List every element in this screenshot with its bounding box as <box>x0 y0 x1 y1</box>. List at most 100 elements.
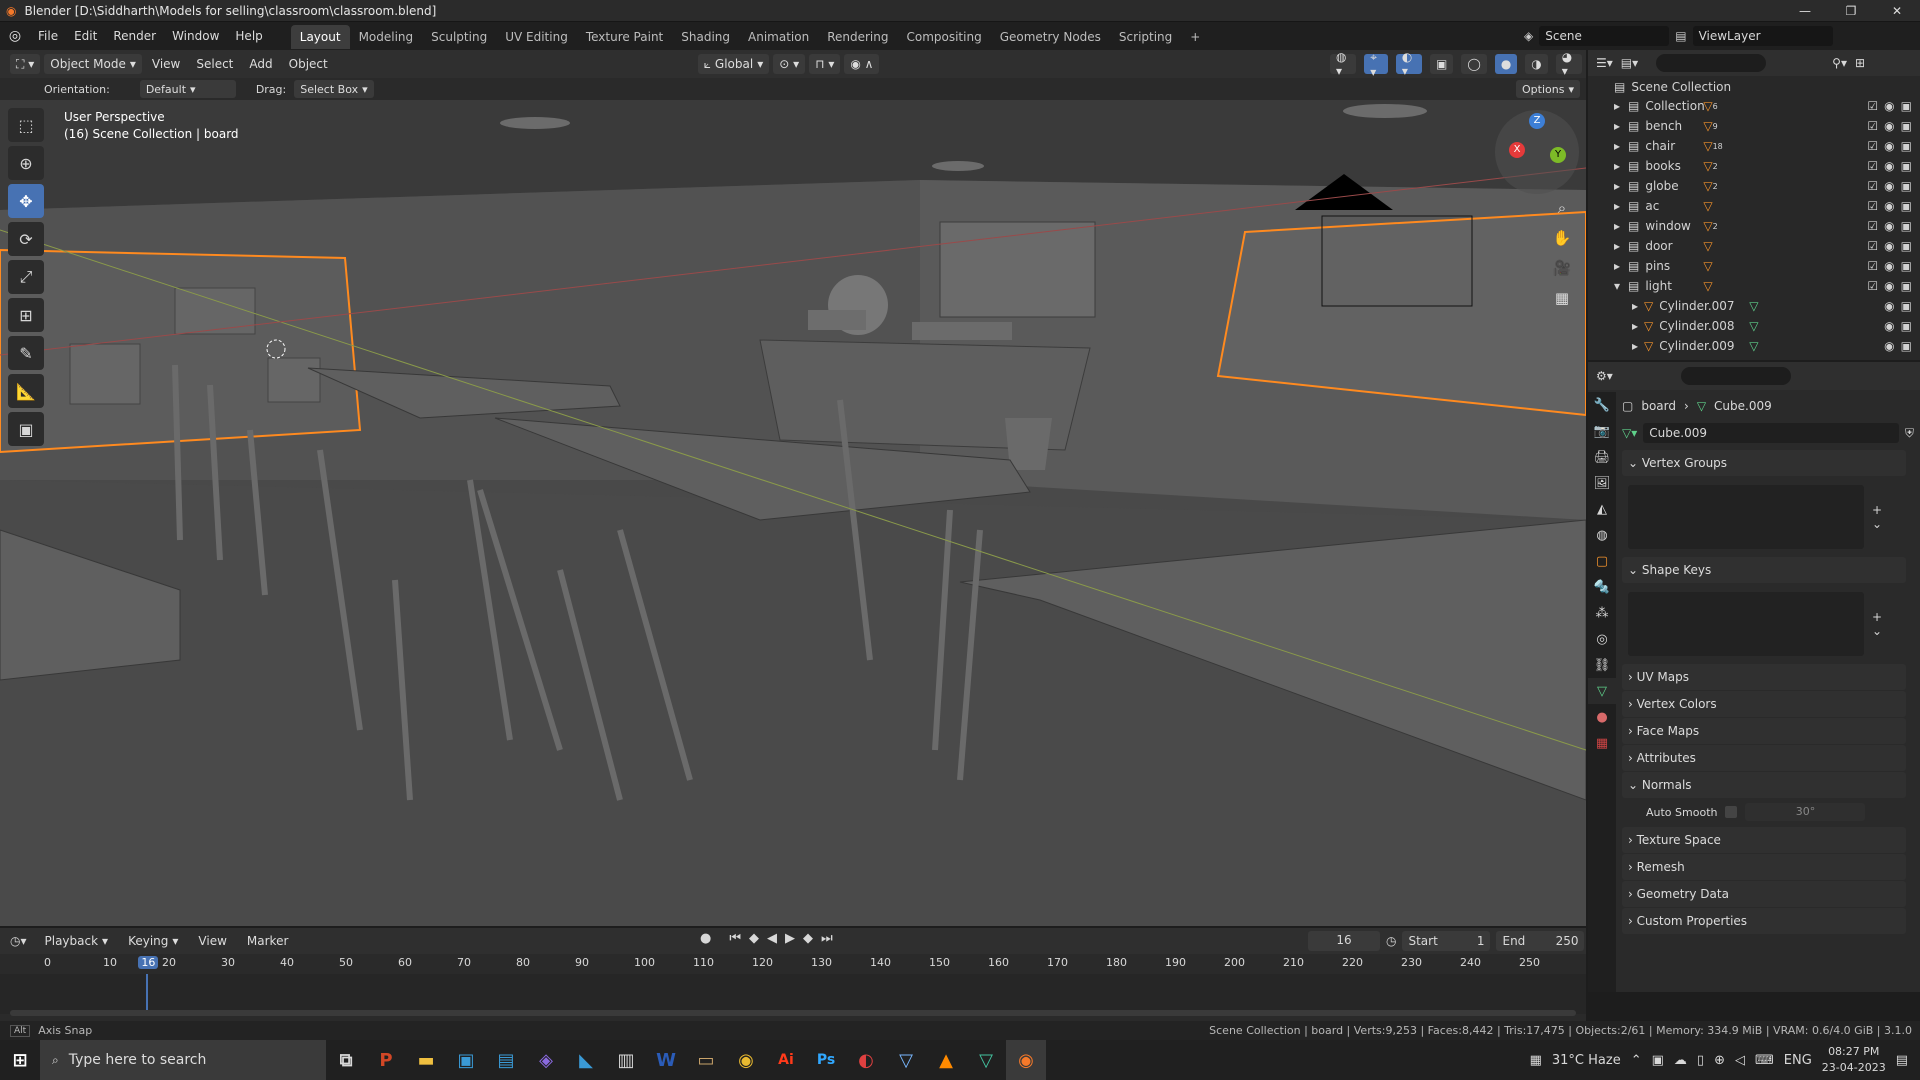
3d-viewport[interactable]: User Perspective (16) Scene Collection |… <box>0 100 1586 926</box>
menu-object[interactable]: Object <box>283 54 334 74</box>
eye-icon[interactable]: ◉ <box>1884 99 1894 113</box>
app-icon[interactable]: ▥ <box>606 1040 646 1080</box>
render-camera-icon[interactable]: ▣ <box>1901 279 1912 293</box>
exclude-checkbox-icon[interactable]: ☑ <box>1867 139 1878 153</box>
outliner-child-Cylinder.007[interactable]: ▸ ▽ Cylinder.007 ▽ ◉ ▣ <box>1588 296 1920 316</box>
tab-scripting[interactable]: Scripting <box>1110 25 1181 49</box>
eye-icon[interactable]: ◉ <box>1884 319 1894 333</box>
chevron-right-icon[interactable]: ▸ <box>1614 159 1628 173</box>
eye-icon[interactable]: ◉ <box>1884 219 1894 233</box>
camera-view-icon[interactable]: 🎥 <box>1548 255 1576 281</box>
menu-timeline-view[interactable]: View <box>192 931 232 951</box>
orientation-dropdown[interactable]: Default ▾ <box>139 80 236 98</box>
outliner-editor-icon[interactable]: ☰▾ <box>1596 56 1613 70</box>
exclude-checkbox-icon[interactable]: ☑ <box>1867 279 1878 293</box>
shape-keys-list[interactable] <box>1628 592 1864 656</box>
timeline-track-area[interactable] <box>0 974 1586 1014</box>
render-camera-icon[interactable]: ▣ <box>1901 199 1912 213</box>
overlay-toggle-icon[interactable]: ◐ ▾ <box>1395 50 1423 78</box>
next-keyframe-icon[interactable]: ◆ <box>803 931 813 946</box>
render-camera-icon[interactable]: ▣ <box>1901 139 1912 153</box>
weather-icon[interactable]: ▦ <box>1530 1053 1542 1068</box>
exclude-checkbox-icon[interactable]: ☑ <box>1867 179 1878 193</box>
app-icon[interactable]: ▭ <box>686 1040 726 1080</box>
chevron-right-icon[interactable]: ▸ <box>1614 199 1628 213</box>
menu-marker[interactable]: Marker <box>241 931 294 951</box>
scene-tab-icon[interactable]: ◭ <box>1588 496 1616 522</box>
menu-playback[interactable]: Playback ▾ <box>39 931 115 951</box>
object-tab-icon[interactable]: ▢ <box>1588 548 1616 574</box>
xray-icon[interactable]: ▣ <box>1430 54 1454 74</box>
store-icon[interactable]: ▤ <box>486 1040 526 1080</box>
network-icon[interactable]: ⊕ <box>1714 1053 1725 1068</box>
render-camera-icon[interactable]: ▣ <box>1901 339 1912 353</box>
chevron-right-icon[interactable]: ▸ <box>1614 219 1628 233</box>
mesh-name-field[interactable]: Cube.009 <box>1643 423 1899 443</box>
chevron-right-icon[interactable]: ▸ <box>1614 239 1628 253</box>
navigation-gizmo[interactable]: X Y Z <box>1495 110 1579 194</box>
output-tab-icon[interactable]: 🖨 <box>1588 444 1616 470</box>
constraints-tab-icon[interactable]: ⛓ <box>1588 652 1616 678</box>
outliner-root[interactable]: ▤ Scene Collection <box>1588 76 1920 96</box>
outliner-item-window[interactable]: ▸ ▤ window ▽ 2 ☑ ◉ ▣ <box>1588 216 1920 236</box>
visibility-icon[interactable]: ◍ ▾ <box>1330 50 1357 78</box>
measure-icon[interactable]: 📐 <box>8 374 44 408</box>
outliner-item-chair[interactable]: ▸ ▤ chair ▽ 18 ☑ ◉ ▣ <box>1588 136 1920 156</box>
texture-tab-icon[interactable]: ▦ <box>1588 730 1616 756</box>
task-view-icon[interactable]: ⧉ <box>326 1040 366 1080</box>
outliner-item-light[interactable]: ▾ ▤ light ▽ ☑ ◉ ▣ <box>1588 276 1920 296</box>
tool-tab-icon[interactable]: 🔧 <box>1588 392 1616 418</box>
panel-shape-keys[interactable]: ⌄ Shape Keys <box>1622 557 1906 583</box>
exclude-checkbox-icon[interactable]: ☑ <box>1867 199 1878 213</box>
outliner-search-input[interactable] <box>1656 54 1767 72</box>
app-icon[interactable]: ◈ <box>526 1040 566 1080</box>
eye-icon[interactable]: ◉ <box>1884 179 1894 193</box>
chevron-right-icon[interactable]: ▸ <box>1614 139 1628 153</box>
panel-custom-properties[interactable]: › Custom Properties <box>1622 908 1906 934</box>
illustrator-icon[interactable]: Ai <box>766 1040 806 1080</box>
menu-edit[interactable]: Edit <box>66 22 105 50</box>
properties-search-input[interactable] <box>1680 367 1791 385</box>
board-left-selected[interactable] <box>0 248 362 454</box>
vertex-group-menu-icon[interactable]: ⌄ <box>1872 517 1882 531</box>
move-icon[interactable]: ✥ <box>8 184 44 218</box>
select-box-icon[interactable]: ⬚ <box>8 108 44 142</box>
x-axis-icon[interactable]: X <box>1509 142 1525 158</box>
eye-icon[interactable]: ◉ <box>1884 339 1894 353</box>
z-axis-icon[interactable]: Z <box>1529 113 1545 129</box>
prev-keyframe-icon[interactable]: ◆ <box>749 931 759 946</box>
render-camera-icon[interactable]: ▣ <box>1901 319 1912 333</box>
jump-end-icon[interactable]: ⏭ <box>821 931 833 946</box>
file-explorer-icon[interactable]: ▬ <box>406 1040 446 1080</box>
outliner-item-Collection[interactable]: ▸ ▤ Collection ▽ 6 ☑ ◉ ▣ <box>1588 96 1920 116</box>
panel-vertex-groups[interactable]: ⌄ Vertex Groups <box>1622 450 1906 476</box>
tab-modeling[interactable]: Modeling <box>350 25 423 49</box>
blender-menu-icon[interactable]: ◎ <box>0 28 30 44</box>
menu-window[interactable]: Window <box>164 22 227 50</box>
exclude-checkbox-icon[interactable]: ☑ <box>1867 219 1878 233</box>
physics-tab-icon[interactable]: ◎ <box>1588 626 1616 652</box>
add-cube-icon[interactable]: ▣ <box>8 412 44 446</box>
material-shading-icon[interactable]: ◑ <box>1525 54 1548 74</box>
tab-texture-paint[interactable]: Texture Paint <box>577 25 672 49</box>
blender-taskbar-icon[interactable]: ◉ <box>1006 1040 1046 1080</box>
outliner-item-books[interactable]: ▸ ▤ books ▽ 2 ☑ ◉ ▣ <box>1588 156 1920 176</box>
eye-icon[interactable]: ◉ <box>1884 199 1894 213</box>
scene-selector[interactable]: Scene <box>1539 26 1670 46</box>
language-indicator[interactable]: ENG <box>1784 1053 1812 1068</box>
exclude-checkbox-icon[interactable]: ☑ <box>1867 259 1878 273</box>
drag-dropdown[interactable]: Select Box ▾ <box>294 80 374 98</box>
render-camera-icon[interactable]: ▣ <box>1901 299 1912 313</box>
add-vertex-group-icon[interactable]: + <box>1872 503 1882 517</box>
notification-icon[interactable]: ▤ <box>1896 1053 1908 1068</box>
timeline-ruler[interactable]: 0 10 16 20 30 40 50 60 70 80 90 100 110 120 130 140 150 1… <box>0 954 1586 974</box>
auto-smooth-angle[interactable]: 30° <box>1745 803 1866 821</box>
exclude-checkbox-icon[interactable]: ☑ <box>1867 159 1878 173</box>
transform-icon[interactable]: ⊞ <box>8 298 44 332</box>
photoshop-icon[interactable]: Ps <box>806 1040 846 1080</box>
eye-icon[interactable]: ◉ <box>1884 119 1894 133</box>
panel-geometry-data[interactable]: › Geometry Data <box>1622 881 1906 907</box>
outliner-item-door[interactable]: ▸ ▤ door ▽ ☑ ◉ ▣ <box>1588 236 1920 256</box>
gizmo-toggle-icon[interactable]: ⌖ ▾ <box>1364 50 1388 79</box>
panel-vertex-colors[interactable]: › Vertex Colors <box>1622 691 1906 717</box>
